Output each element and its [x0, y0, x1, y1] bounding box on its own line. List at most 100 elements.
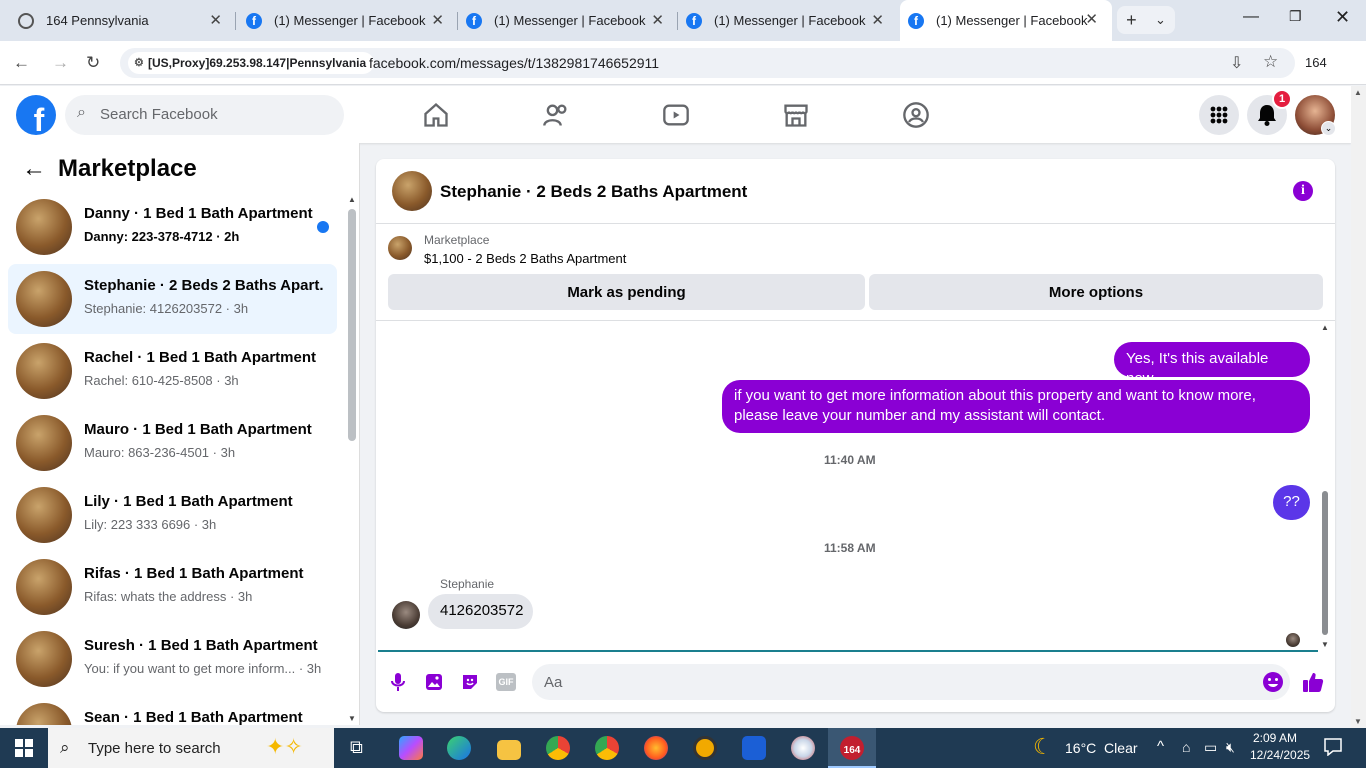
photo-icon[interactable] [424, 672, 444, 692]
scroll-up-icon[interactable]: ▲ [1354, 88, 1362, 97]
install-app-icon[interactable]: ⇩ [1230, 53, 1243, 73]
scroll-up-icon[interactable]: ▲ [1321, 323, 1329, 332]
sender-avatar[interactable] [392, 601, 420, 629]
forward-icon[interactable]: → [52, 53, 69, 73]
facebook-logo-icon[interactable]: f [16, 95, 56, 135]
info-icon[interactable]: i [1293, 181, 1313, 201]
message-timestamp: 11:58 AM [824, 541, 876, 555]
shield-app-icon[interactable] [742, 736, 766, 760]
chevron-up-icon[interactable]: ^ [1157, 738, 1164, 755]
conversation-preview: Lily: 223 333 6696 · 3h [84, 517, 217, 532]
new-tab-icon[interactable]: + [1126, 10, 1137, 31]
thumbs-up-icon[interactable] [1301, 670, 1325, 694]
close-tab-icon[interactable]: ✕ [871, 11, 884, 29]
emoji-icon[interactable] [1262, 671, 1284, 693]
chevron-down-icon[interactable]: ⌄ [1321, 121, 1336, 136]
notification-center-icon[interactable] [1324, 738, 1342, 756]
restore-icon[interactable]: ❐ [1289, 8, 1302, 25]
conversation-item[interactable]: Mauro · 1 Bed 1 Bath Apartment Mauro: 86… [8, 408, 337, 478]
windows-start-icon[interactable] [15, 739, 33, 757]
message-input[interactable]: Aa [532, 664, 1290, 700]
browser-tab[interactable]: f (1) Messenger | Facebook ✕ [246, 0, 458, 41]
chat-scrollbar[interactable]: ▲ ▼ [1320, 323, 1330, 649]
task-view-icon[interactable]: ⧉ [350, 737, 363, 758]
microphone-icon[interactable] [389, 672, 407, 692]
scroll-down-icon[interactable]: ▼ [1354, 717, 1362, 726]
site-info-chip[interactable]: ⚙ [US,Proxy]69.253.98.147|Pennsylvania [128, 52, 375, 74]
back-icon[interactable]: ← [13, 53, 30, 73]
search-input[interactable]: ⌕ Search Facebook [65, 95, 344, 135]
tab-title: 164 Pennsylvania [46, 13, 149, 28]
close-window-icon[interactable]: ✕ [1335, 7, 1350, 28]
clock-time[interactable]: 2:09 AM [1253, 731, 1297, 745]
edge-icon[interactable] [447, 736, 471, 760]
message-input-placeholder: Aa [544, 674, 563, 691]
firefox-icon[interactable] [644, 736, 668, 760]
conversation-title: Suresh · 1 Bed 1 Bath Apartment [84, 637, 318, 654]
back-arrow-icon[interactable]: ← [22, 155, 46, 182]
scroll-down-icon[interactable]: ▼ [348, 714, 356, 723]
message-bubble-outgoing[interactable]: if you want to get more information abou… [722, 380, 1310, 433]
marketplace-icon[interactable] [782, 101, 810, 129]
conversation-item[interactable]: Rachel · 1 Bed 1 Bath Apartment Rachel: … [8, 336, 337, 406]
conversation-item[interactable]: Danny · 1 Bed 1 Bath Apartment Danny: 22… [8, 192, 337, 262]
message-bubble-incoming[interactable]: 4126203572 [428, 594, 533, 629]
volume-muted-icon[interactable]: 🔇︎ [1226, 739, 1235, 756]
search-icon: ⌕ [77, 104, 86, 121]
profile-label[interactable]: 164 [1305, 55, 1327, 70]
chat-title[interactable]: Stephanie · 2 Beds 2 Baths Apartment [440, 182, 747, 202]
display-icon[interactable]: ▭ [1204, 739, 1217, 756]
conversation-item[interactable]: Rifas · 1 Bed 1 Bath Apartment Rifas: wh… [8, 552, 337, 622]
taskbar-search-box[interactable]: ⌕ Type here to search ✦✧ [48, 728, 334, 768]
clock-date[interactable]: 12/24/2025 [1250, 748, 1310, 762]
scroll-down-icon[interactable]: ▼ [1321, 640, 1329, 649]
browser-tab-active[interactable]: f (1) Messenger | Facebook ✕ [900, 0, 1112, 41]
ixbrowser-icon[interactable] [693, 736, 717, 760]
groups-icon[interactable] [902, 101, 930, 129]
chevron-down-icon[interactable]: ⌄ [1155, 12, 1166, 28]
chat-avatar[interactable] [392, 171, 432, 211]
mark-as-pending-button[interactable]: Mark as pending [388, 274, 865, 310]
gif-icon[interactable]: GIF [496, 673, 516, 691]
minimize-icon[interactable]: — [1243, 8, 1259, 26]
copilot-icon[interactable] [399, 736, 423, 760]
bookmark-star-icon[interactable]: ☆ [1263, 52, 1278, 72]
sticker-icon[interactable] [460, 672, 480, 692]
conversation-title: Stephanie · 2 Beds 2 Baths Apart... [84, 277, 324, 294]
close-tab-icon[interactable]: ✕ [209, 11, 222, 29]
tab-title: (1) Messenger | Facebook [494, 13, 646, 28]
home-icon[interactable] [422, 101, 450, 129]
chrome-icon[interactable] [546, 736, 570, 760]
sender-name: Stephanie [440, 577, 495, 591]
scrollbar-thumb[interactable] [1322, 491, 1328, 635]
url-text[interactable]: facebook.com/messages/t/1382981746652911 [369, 55, 659, 71]
network-icon[interactable]: ⌂ [1182, 739, 1190, 755]
file-explorer-icon[interactable] [497, 740, 521, 760]
close-tab-icon[interactable]: ✕ [1085, 10, 1098, 28]
browser-tab[interactable]: 164 Pennsylvania ✕ [18, 0, 236, 41]
scroll-up-icon[interactable]: ▲ [348, 195, 356, 204]
weather-text[interactable]: 16°C Clear [1065, 740, 1138, 756]
friends-icon[interactable] [542, 101, 570, 129]
video-icon[interactable] [662, 101, 690, 129]
more-options-button[interactable]: More options [869, 274, 1323, 310]
browser-app-icon[interactable] [791, 736, 815, 760]
browser-tab[interactable]: f (1) Messenger | Facebook ✕ [466, 0, 678, 41]
scrollbar-thumb[interactable] [348, 209, 356, 441]
page-scrollbar[interactable]: ▲ ▼ [1351, 86, 1366, 728]
close-tab-icon[interactable]: ✕ [651, 11, 664, 29]
reload-icon[interactable]: ↻ [86, 53, 100, 73]
conversation-item[interactable]: Suresh · 1 Bed 1 Bath Apartment You: if … [8, 624, 337, 694]
conversation-list-scrollbar[interactable]: ▲ ▼ [346, 195, 358, 723]
browser-tab[interactable]: f (1) Messenger | Facebook ✕ [686, 0, 898, 41]
close-tab-icon[interactable]: ✕ [431, 11, 444, 29]
message-bubble-outgoing[interactable]: Yes, It's this available now. [1114, 342, 1310, 387]
conversation-item[interactable]: Sean · 1 Bed 1 Bath Apartment [8, 696, 337, 725]
menu-button[interactable] [1199, 95, 1239, 135]
message-bubble-outgoing[interactable]: ?? [1273, 485, 1310, 520]
active-app-button[interactable]: 164 [828, 728, 876, 768]
conversation-item[interactable]: Lily · 1 Bed 1 Bath Apartment Lily: 223 … [8, 480, 337, 550]
chrome-profile-icon[interactable] [595, 736, 619, 760]
listing-price[interactable]: $1,100 - 2 Beds 2 Baths Apartment [424, 251, 626, 266]
conversation-item-selected[interactable]: Stephanie · 2 Beds 2 Baths Apart... Step… [8, 264, 337, 334]
